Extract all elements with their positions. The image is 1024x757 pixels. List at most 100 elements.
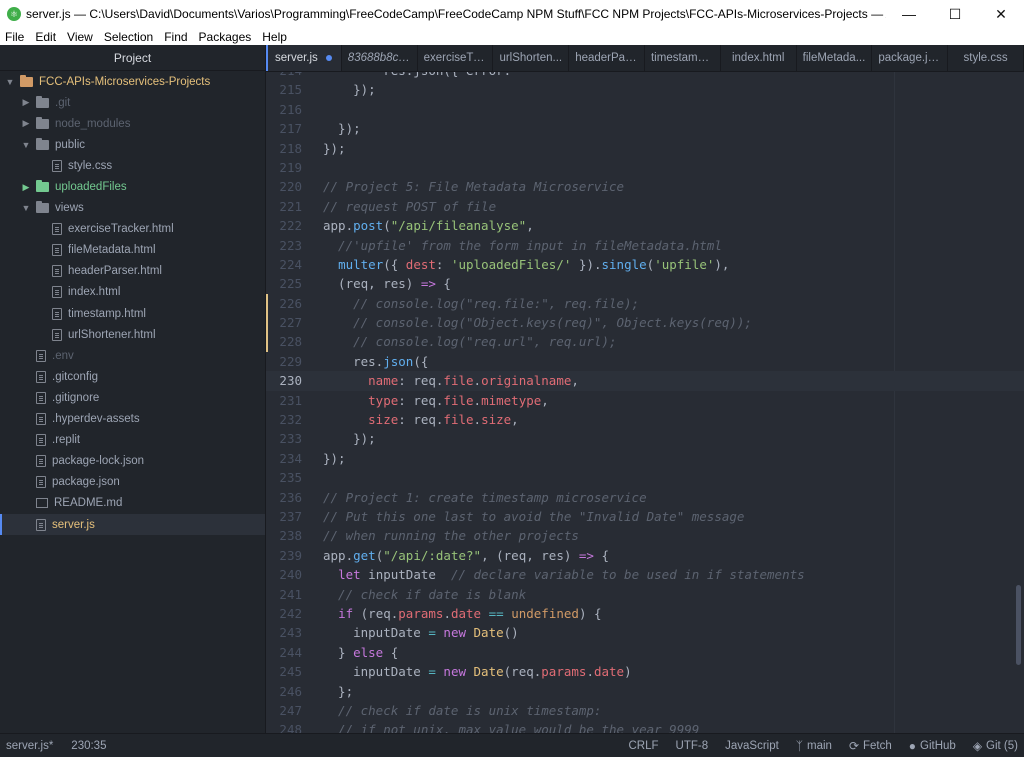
code-line[interactable]: 234}); bbox=[266, 449, 1024, 468]
menu-edit[interactable]: Edit bbox=[30, 30, 62, 44]
code-line[interactable]: 229 res.json({ bbox=[266, 352, 1024, 371]
line-number[interactable]: 243 bbox=[266, 623, 314, 642]
code-line[interactable]: 217 }); bbox=[266, 119, 1024, 138]
line-number[interactable]: 218 bbox=[266, 139, 314, 158]
line-number[interactable]: 237 bbox=[266, 507, 314, 526]
code-line[interactable]: 242 if (req.params.date == undefined) { bbox=[266, 604, 1024, 623]
line-number[interactable]: 220 bbox=[266, 177, 314, 196]
code-line[interactable]: 221 // request POST of file bbox=[266, 197, 1024, 216]
line-number[interactable]: 248 bbox=[266, 720, 314, 733]
tree-item-replit[interactable]: .replit bbox=[0, 430, 265, 451]
line-number[interactable]: 225 bbox=[266, 274, 314, 293]
tree-item-server-js[interactable]: server.js bbox=[0, 513, 265, 536]
code-line[interactable]: 224 multer({ dest: 'uploadedFiles/' }).s… bbox=[266, 255, 1024, 274]
modified-indicator-icon[interactable] bbox=[325, 55, 332, 61]
code-line[interactable]: 239 app.get("/api/:date?", (req, res) => … bbox=[266, 546, 1024, 565]
line-number[interactable]: 227 bbox=[266, 313, 314, 332]
code-line[interactable]: 247 // check if date is unix timestamp: bbox=[266, 701, 1024, 720]
tab-index-html[interactable]: index.html bbox=[721, 45, 797, 71]
code-line[interactable]: 241 // check if date is blank bbox=[266, 585, 1024, 604]
code-line[interactable]: 246 }; bbox=[266, 682, 1024, 701]
code-line[interactable]: 215 }); bbox=[266, 80, 1024, 99]
menu-view[interactable]: View bbox=[62, 30, 99, 44]
line-number[interactable]: 236 bbox=[266, 488, 314, 507]
code-line-cursor[interactable]: 230 name: req.file.originalname, bbox=[266, 371, 1024, 391]
status-encoding[interactable]: UTF-8 bbox=[676, 740, 709, 752]
tab-urlshorten[interactable]: urlShorten... bbox=[493, 45, 570, 71]
code-line[interactable]: 220 // Project 5: File Metadata Microserv… bbox=[266, 177, 1024, 196]
line-number[interactable]: 223 bbox=[266, 236, 314, 255]
code-line[interactable]: 226 // console.log("req.file:", req.file… bbox=[266, 293, 1024, 314]
code-line[interactable]: 240 let inputDate // declare variable to… bbox=[266, 565, 1024, 584]
line-number[interactable]: 234 bbox=[266, 449, 314, 468]
tab-server-js[interactable]: server.js bbox=[266, 45, 342, 71]
line-number[interactable]: 239 bbox=[266, 546, 314, 565]
line-number[interactable]: 233 bbox=[266, 429, 314, 448]
line-number[interactable]: 216 bbox=[266, 100, 314, 119]
line-number[interactable]: 232 bbox=[266, 410, 314, 429]
maximize-button[interactable]: ☐ bbox=[932, 0, 978, 28]
menu-packages[interactable]: Packages bbox=[194, 30, 258, 44]
line-number[interactable]: 217 bbox=[266, 119, 314, 138]
vertical-scrollbar[interactable] bbox=[1016, 585, 1021, 665]
tree-item-readme-md[interactable]: README.md bbox=[0, 493, 265, 514]
menu-find[interactable]: Find bbox=[159, 30, 193, 44]
tree-item-gitconfig[interactable]: .gitconfig bbox=[0, 366, 265, 387]
line-number[interactable]: 246 bbox=[266, 682, 314, 701]
code-line[interactable]: 228 // console.log("req.url", req.url); bbox=[266, 332, 1024, 353]
code-line[interactable]: 223 //'upfile' from the form input in fi… bbox=[266, 236, 1024, 255]
line-number[interactable]: 242 bbox=[266, 604, 314, 623]
line-number[interactable]: 228 bbox=[266, 332, 314, 351]
tree-item-hyperdev-assets[interactable]: .hyperdev-assets bbox=[0, 409, 265, 430]
tree-item-views[interactable]: ▼ views bbox=[0, 198, 265, 219]
code-line[interactable]: 214 res.json({ error: bbox=[266, 72, 1024, 80]
code-line[interactable]: 225 (req, res) => { bbox=[266, 274, 1024, 293]
tree-item-filemetadata-html[interactable]: fileMetadata.html bbox=[0, 240, 265, 261]
status-fetch[interactable]: ⟳ Fetch bbox=[849, 739, 892, 753]
code-line[interactable]: 218}); bbox=[266, 139, 1024, 158]
code-line[interactable]: 222 app.post("/api/fileanalyse", bbox=[266, 216, 1024, 235]
status-file-name[interactable]: server.js* bbox=[6, 740, 53, 752]
tab-headerpars[interactable]: headerPars... bbox=[569, 45, 645, 71]
tree-item-exercisetracker-html[interactable]: exerciseTracker.html bbox=[0, 219, 265, 240]
line-number[interactable]: 222 bbox=[266, 216, 314, 235]
status-git[interactable]: ◈ Git (5) bbox=[973, 739, 1018, 753]
line-number[interactable]: 214 bbox=[266, 72, 314, 80]
line-number[interactable]: 235 bbox=[266, 468, 314, 487]
line-number[interactable]: 244 bbox=[266, 643, 314, 662]
tab-filemetada[interactable]: fileMetada... bbox=[797, 45, 873, 71]
tree-item-urlshortener-html[interactable]: urlShortener.html bbox=[0, 324, 265, 345]
code-line[interactable]: 232 size: req.file.size, bbox=[266, 410, 1024, 429]
line-number[interactable]: 219 bbox=[266, 158, 314, 177]
menu-file[interactable]: File bbox=[0, 30, 30, 44]
line-number[interactable]: 240 bbox=[266, 565, 314, 584]
tab-package-json[interactable]: package.json bbox=[872, 45, 949, 71]
line-number[interactable]: 231 bbox=[266, 391, 314, 410]
tab-exercisetra[interactable]: exerciseTra... bbox=[418, 45, 494, 71]
status-branch[interactable]: ᛉ main bbox=[796, 739, 832, 753]
code-line[interactable]: 216 bbox=[266, 100, 1024, 119]
status-cursor-position[interactable]: 230:35 bbox=[71, 740, 106, 752]
menu-selection[interactable]: Selection bbox=[99, 30, 159, 44]
code-line[interactable]: 248 // if not unix, max value would be t… bbox=[266, 720, 1024, 733]
line-number[interactable]: 221 bbox=[266, 197, 314, 216]
tree-item-gitignore[interactable]: .gitignore bbox=[0, 387, 265, 408]
tree-item-public[interactable]: ▼ public bbox=[0, 134, 265, 155]
tree-item-timestamp-html[interactable]: timestamp.html bbox=[0, 303, 265, 324]
code-line[interactable]: 233 }); bbox=[266, 429, 1024, 448]
code-line[interactable]: 227 // console.log("Object.keys(req)", O… bbox=[266, 313, 1024, 333]
line-number[interactable]: 224 bbox=[266, 255, 314, 274]
tree-root-folder[interactable]: ▼ FCC-APIs-Microservices-Projects bbox=[0, 71, 265, 92]
status-grammar[interactable]: JavaScript bbox=[725, 740, 779, 752]
minimize-button[interactable]: — bbox=[886, 0, 932, 28]
status-line-ending[interactable]: CRLF bbox=[628, 740, 658, 752]
tree-item-uploadedfiles[interactable]: ▶ uploadedFiles bbox=[0, 176, 265, 197]
line-number[interactable]: 241 bbox=[266, 585, 314, 604]
tree-item-git[interactable]: ▶ .git bbox=[0, 92, 265, 113]
tree-item-env[interactable]: .env bbox=[0, 345, 265, 366]
code-line[interactable]: 244 } else { bbox=[266, 643, 1024, 662]
line-number[interactable]: 229 bbox=[266, 352, 314, 371]
tree-item-index-html[interactable]: index.html bbox=[0, 282, 265, 303]
line-number[interactable]: 230 bbox=[266, 371, 314, 390]
tab-timestamp[interactable]: timestamp.... bbox=[645, 45, 721, 71]
